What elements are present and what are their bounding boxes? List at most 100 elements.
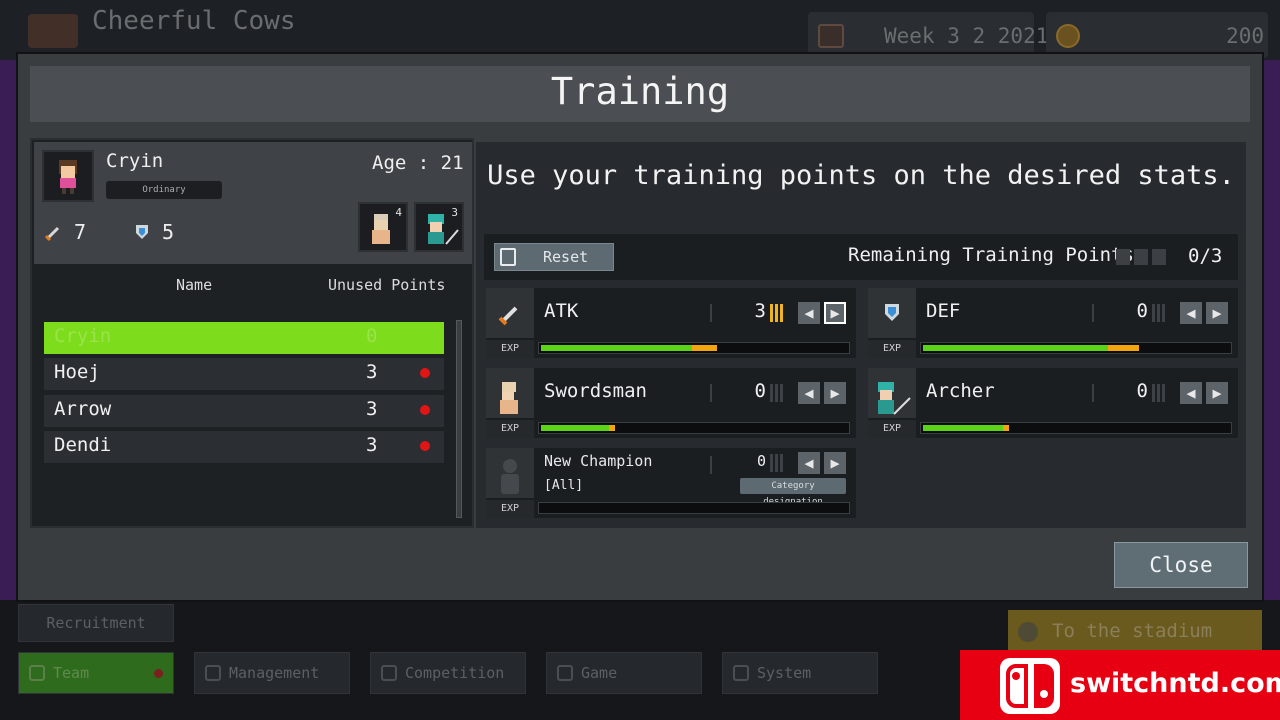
increase-button[interactable]: ▶ — [824, 452, 846, 474]
shield-icon — [132, 222, 152, 242]
decrease-button[interactable]: ◀ — [798, 302, 820, 324]
list-scrollbar[interactable] — [456, 320, 462, 518]
increase-button[interactable]: ▶ — [1206, 302, 1228, 324]
stat-value: 0 — [1136, 380, 1148, 402]
exp-bar — [538, 502, 850, 514]
gamepad-icon — [557, 665, 573, 681]
sword-icon — [486, 288, 534, 338]
clipboard-icon — [205, 665, 221, 681]
notification-dot — [420, 405, 430, 415]
shield-icon — [868, 288, 916, 338]
exp-label: EXP — [486, 340, 534, 358]
points-gauge — [770, 304, 788, 322]
exp-label: EXP — [486, 500, 534, 518]
decrease-button[interactable]: ◀ — [1180, 382, 1202, 404]
coin-icon — [1056, 24, 1080, 48]
list-item[interactable]: Arrow 3 — [44, 395, 444, 427]
nav-management-button[interactable]: Management — [194, 652, 350, 694]
shield-icon — [29, 665, 45, 681]
stat-label: DEF — [926, 300, 961, 322]
increase-button[interactable]: ▶ — [1206, 382, 1228, 404]
watermark-text: switchntd.com — [1070, 668, 1280, 699]
swordsman-icon — [486, 368, 534, 418]
player-def: 5 — [162, 220, 175, 244]
remaining-points-count: 0/3 — [1188, 245, 1223, 267]
list-item[interactable]: Cryin 0 — [44, 322, 444, 354]
stat-value: 3 — [754, 300, 766, 322]
nav-competition-button[interactable]: Competition — [370, 652, 526, 694]
calendar-icon — [818, 24, 844, 48]
nav-label: Team — [53, 664, 90, 682]
player-rank: Ordinary — [106, 181, 222, 199]
dialog-title: Training — [550, 70, 730, 113]
stat-value: 0 — [754, 380, 766, 402]
stat-label: New Champion — [544, 452, 653, 470]
trophy-icon — [381, 665, 397, 681]
team-name: Cheerful Cows — [92, 6, 296, 36]
list-item[interactable]: Hoej 3 — [44, 358, 444, 390]
gear-icon — [733, 665, 749, 681]
remaining-points-label: Remaining Training Points — [848, 244, 1134, 266]
stat-card-archer: EXP Archer 0 ◀ ▶ — [868, 368, 1238, 438]
archer-class-icon: 3 — [414, 202, 464, 252]
date-text: Week 3 2 2021 — [884, 24, 1049, 48]
category-designation-button[interactable]: Category designation — [740, 478, 846, 507]
notification-dot — [154, 669, 163, 678]
decrease-button[interactable]: ◀ — [1180, 302, 1202, 324]
exp-bar — [920, 422, 1232, 434]
exp-bar — [538, 342, 850, 354]
increase-button[interactable]: ▶ — [824, 302, 846, 324]
list-item[interactable]: Dendi 3 — [44, 431, 444, 463]
exp-label: EXP — [486, 420, 534, 438]
player-name: Hoej — [54, 361, 100, 383]
swordsman-class-icon: 4 — [358, 202, 408, 252]
close-button[interactable]: Close — [1114, 542, 1248, 588]
column-header-unused-points: Unused Points — [328, 276, 446, 294]
stat-card-new-champion: EXP New Champion [All] 0 ◀ ▶ Category de… — [486, 448, 856, 518]
points-gauge — [770, 454, 788, 472]
player-atk: 7 — [74, 220, 87, 244]
points-gauge — [770, 384, 788, 402]
points-gauge — [1152, 384, 1170, 402]
reset-icon — [500, 248, 516, 266]
stat-label: Swordsman — [544, 380, 647, 402]
silhouette-icon — [486, 448, 534, 498]
stadium-icon — [1018, 622, 1038, 642]
stat-value: 0 — [1136, 300, 1148, 322]
stat-category: [All] — [544, 478, 584, 493]
nav-team-button[interactable]: Team — [18, 652, 174, 694]
increase-button[interactable]: ▶ — [824, 382, 846, 404]
nav-system-button[interactable]: System — [722, 652, 878, 694]
points-gauge — [1152, 304, 1170, 322]
stat-card-def: EXP DEF 0 ◀ ▶ — [868, 288, 1238, 358]
unused-points: 3 — [366, 434, 378, 456]
unused-points: 3 — [366, 361, 378, 383]
point-slot — [1152, 249, 1166, 265]
player-name: Arrow — [54, 398, 112, 420]
stat-label: Archer — [926, 380, 995, 402]
stat-value: 0 — [756, 452, 766, 470]
recruitment-button[interactable]: Recruitment — [18, 604, 174, 642]
stat-label: ATK — [544, 300, 579, 322]
decrease-button[interactable]: ◀ — [798, 382, 820, 404]
nav-label: Competition — [405, 664, 505, 682]
exp-bar — [920, 342, 1232, 354]
column-header-name: Name — [176, 276, 213, 294]
sword-icon — [44, 222, 64, 242]
notification-dot — [420, 368, 430, 378]
team-logo-icon — [28, 14, 78, 48]
stat-card-swordsman: EXP Swordsman 0 ◀ ▶ — [486, 368, 856, 438]
exp-label: EXP — [868, 340, 916, 358]
nav-label: Management — [229, 664, 320, 682]
to-stadium-button[interactable]: To the stadium — [1008, 610, 1262, 652]
player-name: Cryin — [54, 325, 112, 347]
background-panel — [1264, 60, 1280, 600]
notification-dot — [420, 441, 430, 451]
decrease-button[interactable]: ◀ — [798, 452, 820, 474]
instruction-text: Use your training points on the desired … — [487, 160, 1235, 191]
point-slot — [1134, 249, 1148, 265]
point-slot — [1116, 249, 1130, 265]
player-name: Cryin — [106, 150, 164, 172]
exp-bar — [538, 422, 850, 434]
nav-game-button[interactable]: Game — [546, 652, 702, 694]
